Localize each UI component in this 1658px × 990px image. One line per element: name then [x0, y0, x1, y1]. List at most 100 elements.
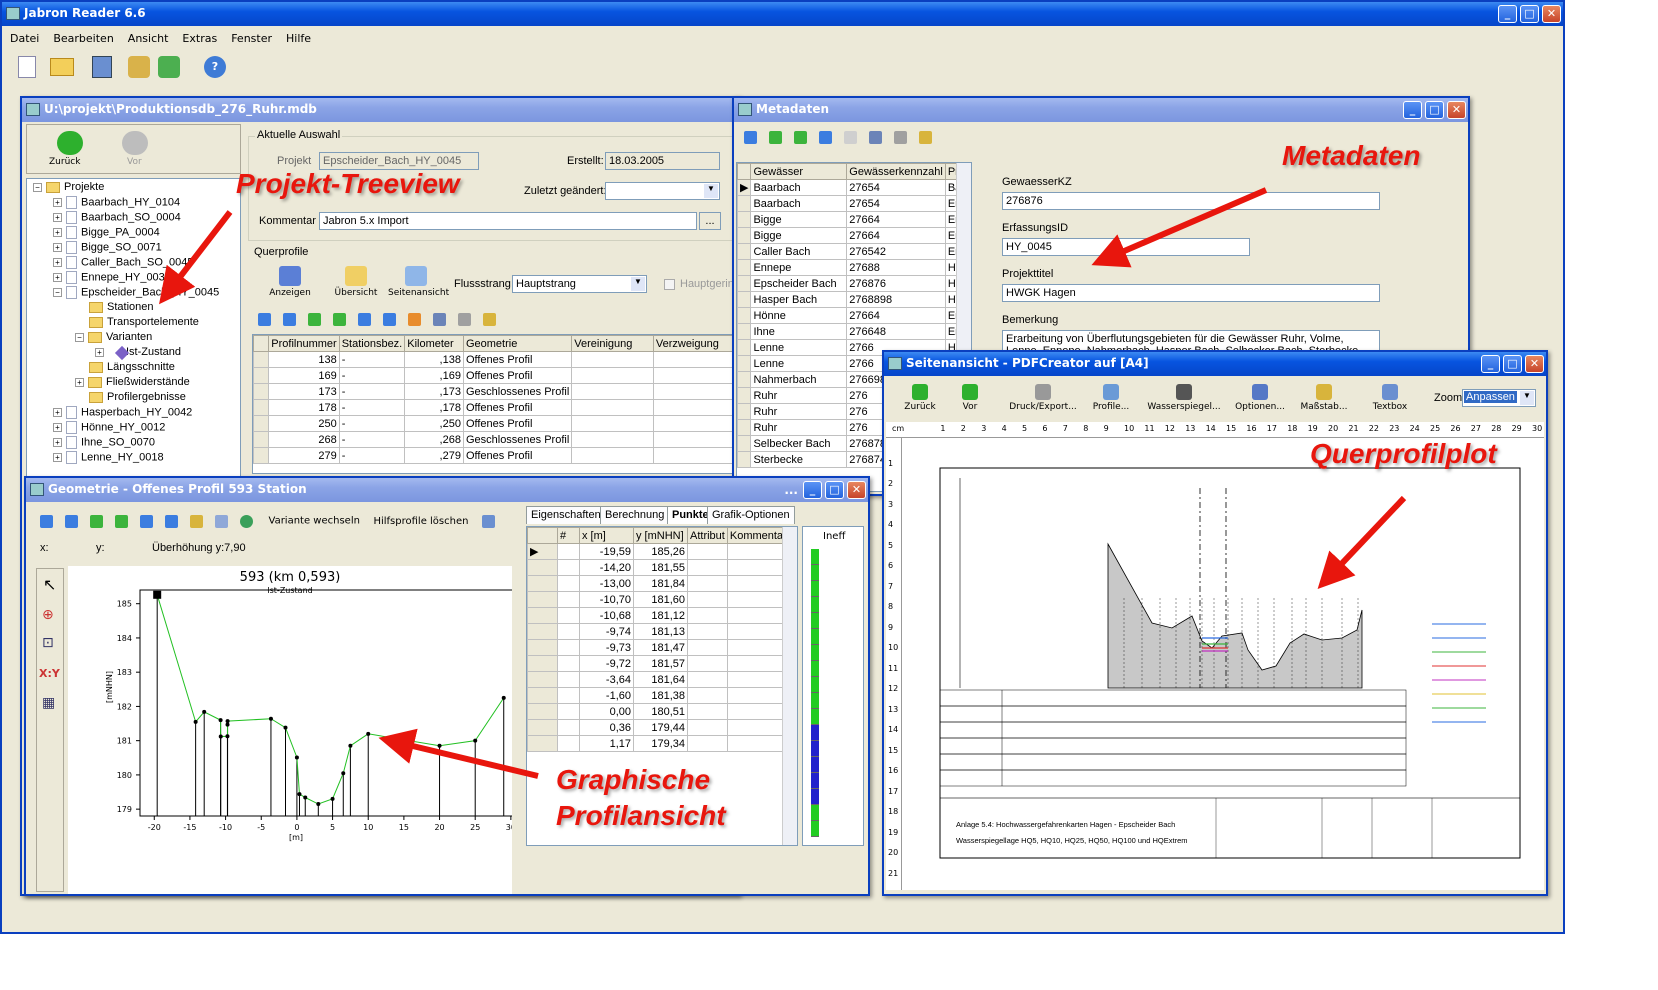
table-cell[interactable]: Bigge: [750, 227, 848, 244]
table-cell[interactable]: 27664: [846, 227, 946, 244]
row-selector[interactable]: [527, 687, 558, 704]
tree-item[interactable]: + Baarbach_HY_0104: [33, 196, 240, 211]
table-cell[interactable]: 276876: [846, 275, 946, 292]
table-row[interactable]: -3,64 181,64: [527, 671, 794, 688]
table-cell[interactable]: -13,00: [579, 575, 634, 592]
table-cell[interactable]: Baarbach: [750, 179, 848, 196]
tree-item[interactable]: + Ist-Zustand: [33, 345, 240, 361]
open-icon[interactable]: [50, 58, 74, 76]
table-cell[interactable]: [557, 671, 580, 688]
table-row[interactable]: Caller Bach276542Era: [737, 243, 971, 260]
table-cell[interactable]: [687, 719, 728, 736]
table-cell[interactable]: [687, 575, 728, 592]
table-cell[interactable]: [557, 687, 580, 704]
profile-chart[interactable]: -20 -15 -10 -5 0 5 10 15 20 25 30 179 180 181 182 183 18…: [68, 566, 512, 894]
row-selector[interactable]: [253, 415, 270, 432]
menu-bearbeiten[interactable]: Bearbeiten: [53, 32, 113, 45]
row-selector[interactable]: [737, 291, 752, 308]
col-header[interactable]: Kilometer: [404, 335, 464, 352]
table-row[interactable]: 0,36 179,44: [527, 719, 794, 736]
last-icon[interactable]: [165, 514, 178, 528]
next-icon[interactable]: [794, 130, 807, 144]
table-cell[interactable]: [571, 447, 654, 464]
table-cell[interactable]: -: [338, 415, 406, 432]
col-header[interactable]: Profilnummer: [268, 335, 340, 352]
table-cell[interactable]: [652, 383, 737, 400]
table-cell[interactable]: 27688: [846, 259, 946, 276]
projekttitel-field[interactable]: HWGK Hagen: [1002, 284, 1380, 302]
table-cell[interactable]: 179,44: [633, 719, 688, 736]
row-selector[interactable]: [527, 623, 558, 640]
table-cell[interactable]: Geschlossenes Profil: [462, 383, 573, 400]
table-cell[interactable]: [571, 431, 654, 448]
table-cell[interactable]: [571, 383, 654, 400]
row-selector[interactable]: [527, 639, 558, 656]
table-cell[interactable]: ,173: [404, 383, 464, 400]
row-selector[interactable]: [737, 387, 752, 404]
table-cell[interactable]: Offenes Profil: [462, 367, 573, 384]
ineff-cell[interactable]: [811, 581, 819, 597]
metadata-title-bar[interactable]: Metadaten _ □ ✕: [734, 98, 1468, 122]
table-cell[interactable]: -: [338, 351, 406, 368]
last-icon[interactable]: [383, 312, 396, 326]
table-cell[interactable]: [652, 367, 737, 384]
table-cell[interactable]: [687, 607, 728, 624]
table-cell[interactable]: Ruhr: [750, 419, 848, 436]
table-cell[interactable]: [652, 399, 737, 416]
kommentar-field[interactable]: Jabron 5.x Import: [319, 212, 697, 230]
table-cell[interactable]: [652, 415, 737, 432]
ineff-cell[interactable]: [811, 549, 819, 565]
table-cell[interactable]: [571, 415, 654, 432]
table-cell[interactable]: 1,17: [579, 735, 634, 752]
table-cell[interactable]: ,279: [404, 447, 464, 464]
table-cell[interactable]: 2768898: [846, 291, 946, 308]
row-selector[interactable]: [737, 419, 752, 436]
row-selector[interactable]: [527, 559, 558, 576]
forward-label[interactable]: Vor: [127, 157, 142, 167]
project-title-bar[interactable]: U:\projekt\Produktionsdb_276_Ruhr.mdb: [22, 98, 738, 122]
table-row[interactable]: -14,20 181,55: [527, 559, 794, 576]
optionen-button[interactable]: Optionen...: [1230, 384, 1290, 412]
table-cell[interactable]: [687, 559, 728, 576]
table-row[interactable]: -9,72 181,57: [527, 655, 794, 672]
row-selector[interactable]: [527, 655, 558, 672]
pdf-back-button[interactable]: Zurück: [896, 384, 944, 412]
refresh-icon[interactable]: [408, 312, 421, 326]
row-selector[interactable]: [737, 435, 752, 452]
row-selector[interactable]: [737, 275, 752, 292]
geo-maximize-button[interactable]: □: [825, 481, 844, 499]
row-selector[interactable]: [527, 703, 558, 720]
table-cell[interactable]: 276542: [846, 243, 946, 260]
table-cell[interactable]: 180,51: [633, 703, 688, 720]
meta-close-button[interactable]: ✕: [1447, 101, 1466, 119]
table-cell[interactable]: 0,36: [579, 719, 634, 736]
tree-item[interactable]: Transportelemente: [33, 316, 240, 331]
uebersicht-button[interactable]: Übersicht: [332, 266, 380, 298]
menu-hilfe[interactable]: Hilfe: [286, 32, 311, 45]
table-row[interactable]: Bigge27664Erm: [737, 227, 971, 244]
row-selector[interactable]: [737, 227, 752, 244]
table-cell[interactable]: 276648: [846, 323, 946, 340]
row-selector[interactable]: [737, 307, 752, 324]
exit-icon[interactable]: [92, 56, 112, 78]
row-selector[interactable]: [737, 259, 752, 276]
tree-item[interactable]: + Bigge_PA_0004: [33, 226, 240, 241]
row-selector[interactable]: [527, 671, 558, 688]
table-cell[interactable]: [557, 655, 580, 672]
table-cell[interactable]: Offenes Profil: [462, 415, 573, 432]
tree-item[interactable]: + Ihne_SO_0070: [33, 436, 240, 451]
table-cell[interactable]: 27664: [846, 307, 946, 324]
seitenansicht-button[interactable]: Seitenansicht: [388, 266, 449, 298]
ineff-cell[interactable]: [811, 629, 819, 645]
first-icon[interactable]: [258, 312, 271, 326]
wasserspiegel-button[interactable]: Wasserspiegel...: [1144, 384, 1224, 412]
table-row[interactable]: -1,60 181,38: [527, 687, 794, 704]
pdf-forward-button[interactable]: Vor: [950, 384, 990, 412]
table-cell[interactable]: 181,84: [633, 575, 688, 592]
col-header[interactable]: #: [557, 527, 580, 544]
table-row[interactable]: 268- ,268 Geschlossenes Profil: [253, 431, 737, 448]
ineff-cell[interactable]: [811, 645, 819, 661]
table-cell[interactable]: -9,74: [579, 623, 634, 640]
table-cell[interactable]: ,138: [404, 351, 464, 368]
ineff-cell[interactable]: [811, 757, 819, 773]
